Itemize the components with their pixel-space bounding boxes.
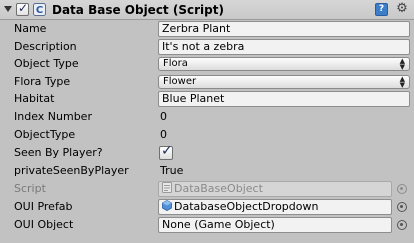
field-row-name: Name Zerbra Plant <box>0 20 414 38</box>
oui-prefab-label: OUI Prefab <box>14 200 73 213</box>
component-enable-checkbox[interactable]: ✓ <box>16 1 29 16</box>
seen-by-player-checkbox[interactable]: ✓ <box>159 143 173 160</box>
field-row-flora-type: Flora Type Flower ▲ ▼ <box>0 73 414 91</box>
oui-object-object-field[interactable]: None (Game Object) <box>158 217 392 233</box>
script-icon: C <box>33 3 46 16</box>
objecttype-value: 0 <box>160 128 167 141</box>
updown-arrow-icon: ▲ ▼ <box>399 57 405 71</box>
field-row-oui-prefab: OUI Prefab DatabaseObjectDropdown <box>0 198 414 216</box>
field-row-objecttype: ObjectType 0 <box>0 126 414 144</box>
object-type-label: Object Type <box>14 57 79 70</box>
field-row-object-type: Object Type Flora ▲ ▼ <box>0 55 414 73</box>
checkmark-icon: ✓ <box>161 143 173 159</box>
gear-icon[interactable]: ⚙ <box>395 1 409 17</box>
object-type-dropdown[interactable]: Flora ▲ ▼ <box>158 57 410 71</box>
field-row-script: Script DataBaseObject <box>0 180 414 198</box>
description-input[interactable]: It's not a zebra <box>158 39 410 55</box>
foldout-arrow-icon[interactable] <box>4 6 12 12</box>
oui-prefab-value: DatabaseObjectDropdown <box>174 200 319 213</box>
component-header: ✓ C Data Base Object (Script) ? ⚙ <box>0 0 414 20</box>
description-label: Description <box>14 40 77 53</box>
flora-type-dropdown[interactable]: Flower ▲ ▼ <box>158 75 410 89</box>
habitat-input[interactable]: Blue Planet <box>158 91 410 107</box>
field-row-index-number: Index Number 0 <box>0 108 414 126</box>
habitat-label: Habitat <box>14 92 55 105</box>
object-type-selected: Flora <box>163 58 188 69</box>
seen-by-player-label: Seen By Player? <box>14 146 103 159</box>
field-row-habitat: Habitat Blue Planet <box>0 90 414 108</box>
updown-arrow-icon: ▲ ▼ <box>399 75 405 89</box>
field-row-oui-object: OUI Object None (Game Object) <box>0 216 414 234</box>
objecttype-label: ObjectType <box>14 128 76 141</box>
index-number-value: 0 <box>160 110 167 123</box>
svg-text:C: C <box>36 5 43 16</box>
component-title: Data Base Object (Script) <box>52 3 224 17</box>
flora-type-selected: Flower <box>163 76 197 87</box>
script-value: DataBaseObject <box>174 182 263 195</box>
field-row-description: Description It's not a zebra <box>0 38 414 56</box>
private-seen-by-player-value: True <box>160 164 184 177</box>
oui-prefab-object-field[interactable]: DatabaseObjectDropdown <box>158 199 392 215</box>
script-object-field: DataBaseObject <box>158 181 392 197</box>
name-label: Name <box>14 22 47 35</box>
object-picker-icon[interactable] <box>397 220 407 230</box>
prefab-cube-icon <box>162 200 172 211</box>
index-number-label: Index Number <box>14 110 92 123</box>
help-icon[interactable]: ? <box>375 3 388 16</box>
object-picker-icon[interactable] <box>397 202 407 212</box>
script-file-icon <box>162 182 172 193</box>
script-label: Script <box>14 182 46 195</box>
field-row-private-seen-by-player: privateSeenByPlayer True <box>0 162 414 180</box>
oui-object-label: OUI Object <box>14 218 74 231</box>
field-row-seen-by-player: Seen By Player? ✓ <box>0 143 414 162</box>
private-seen-by-player-label: privateSeenByPlayer <box>14 164 129 177</box>
name-input[interactable]: Zerbra Plant <box>158 21 410 37</box>
object-picker-icon <box>397 184 407 194</box>
flora-type-label: Flora Type <box>14 75 71 88</box>
